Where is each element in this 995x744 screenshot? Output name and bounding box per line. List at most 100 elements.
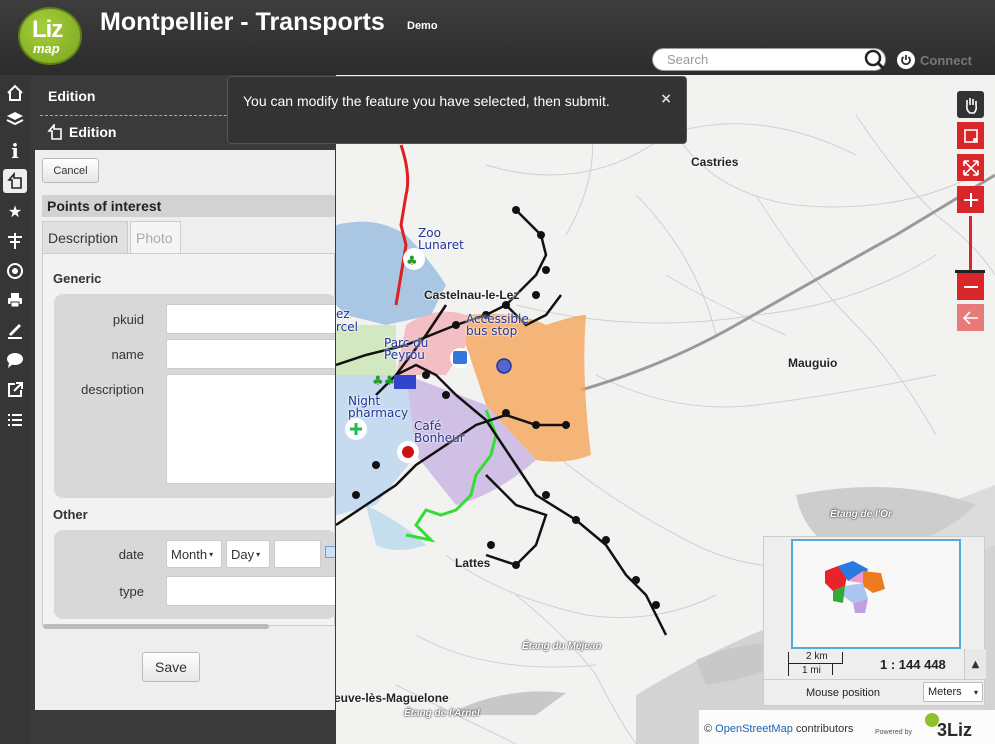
type-label: type: [119, 584, 144, 599]
overview-toggle-button[interactable]: ▲: [964, 649, 986, 679]
scale-value: 1 : 144 448: [880, 657, 946, 672]
page-title: Montpellier - Transports: [100, 8, 385, 36]
print-icon[interactable]: [3, 288, 27, 312]
chevron-down-icon: ▾: [209, 549, 214, 559]
units-select-value: Meters: [928, 686, 962, 698]
notification-text: You can modify the feature you have sele…: [243, 93, 610, 109]
measure-icon[interactable]: [3, 318, 27, 342]
zoom-box-icon[interactable]: [957, 122, 984, 149]
mouse-position-label: Mouse position: [806, 687, 880, 699]
zoom-extent-icon[interactable]: [957, 154, 984, 181]
group-generic-legend: Generic: [53, 271, 102, 286]
connect-label: Connect: [920, 52, 972, 68]
name-label: name: [111, 347, 144, 362]
cancel-button[interactable]: Cancel: [42, 158, 99, 183]
scale-mi: 1 mi: [802, 665, 821, 676]
svg-text:♣: ♣: [406, 254, 418, 269]
date-label: date: [118, 547, 144, 562]
group-other: date Month ▾ Day ▾ type: [54, 530, 335, 619]
edition-icon[interactable]: [3, 169, 27, 193]
connect-button[interactable]: Connect: [897, 50, 972, 70]
poi-label: ez: [336, 307, 350, 321]
poi-label: rcel: [336, 320, 358, 334]
dock-subtitle-label: Edition: [69, 124, 117, 140]
day-select[interactable]: Day ▾: [226, 540, 270, 568]
place-label: Castelnau-le-Lez: [424, 288, 520, 302]
top-header: Liz map Montpellier - Transports Demo Co…: [0, 0, 995, 75]
type-field[interactable]: [166, 576, 335, 606]
month-select-value: Month: [171, 546, 208, 562]
notification-message: You can modify the feature you have sele…: [227, 76, 687, 144]
layer-title: Points of interest: [42, 195, 335, 217]
horizontal-scrollbar[interactable]: [43, 624, 269, 629]
save-button[interactable]: Save: [142, 652, 200, 682]
locate-icon[interactable]: [3, 229, 27, 253]
pan-icon[interactable]: [957, 91, 984, 118]
chevron-down-icon: ▾: [973, 687, 978, 697]
zoom-in-icon[interactable]: [957, 186, 984, 213]
units-select[interactable]: Meters ▾: [923, 682, 983, 702]
description-field[interactable]: [166, 374, 335, 484]
group-other-legend: Other: [53, 507, 88, 522]
place-label: Castries: [691, 155, 739, 169]
tab-content: Generic pkuid name description Other dat…: [42, 253, 335, 626]
close-icon[interactable]: ×: [660, 91, 672, 107]
3liz-logo[interactable]: 3Liz: [937, 720, 972, 741]
zoom-slider-track[interactable]: [969, 216, 972, 272]
poi-label: Parc du Peyrou: [384, 336, 429, 362]
poi-label: Zoo Lunaret: [418, 226, 464, 252]
scale-bar: 2 km 1 mi: [788, 650, 848, 678]
poi-label: Night pharmacy: [348, 394, 409, 420]
group-generic: pkuid name description: [54, 294, 335, 498]
list-icon[interactable]: [3, 408, 27, 432]
edition-icon: [47, 124, 62, 140]
logo-text-top: Liz: [32, 16, 63, 43]
home-icon[interactable]: [3, 81, 27, 105]
previous-extent-icon[interactable]: [957, 304, 984, 331]
name-field[interactable]: [166, 339, 335, 369]
tooltip-icon[interactable]: [3, 348, 27, 372]
poi-label: Accessible bus stop: [466, 312, 529, 338]
calendar-icon[interactable]: [325, 546, 335, 558]
page-subtitle: Demo: [407, 20, 438, 32]
water-label: Étang de l'Arnel: [404, 708, 480, 719]
search-icon[interactable]: [864, 49, 885, 70]
description-label: description: [81, 382, 144, 397]
star-icon[interactable]: ★: [3, 199, 27, 223]
poi-label: Café Bonheur: [414, 419, 465, 445]
dock-title: Edition: [48, 88, 96, 104]
openstreetmap-link[interactable]: OpenStreetMap: [715, 723, 793, 735]
attribution-suffix: contributors: [795, 723, 854, 735]
svg-text:♣♣: ♣♣: [372, 374, 395, 389]
zoom-out-icon[interactable]: [957, 273, 984, 300]
place-label: Mauguio: [788, 356, 838, 370]
day-select-value: Day: [231, 546, 255, 562]
geolocation-icon[interactable]: [3, 259, 27, 283]
water-label: Étang de l'Or: [830, 509, 892, 520]
tab-photo[interactable]: Photo: [130, 221, 181, 253]
place-label: euve-lès-Maguelone: [336, 691, 449, 705]
tab-description[interactable]: Description: [42, 221, 128, 253]
layers-icon[interactable]: [3, 107, 27, 131]
edition-form-panel: Cancel Points of interest Description Ph…: [35, 150, 335, 710]
map-menu: i ★: [0, 75, 31, 744]
overview-map-view[interactable]: [791, 539, 961, 649]
dock-subtitle: Edition: [46, 124, 116, 140]
permalink-icon[interactable]: [3, 378, 27, 402]
month-select[interactable]: Month ▾: [166, 540, 222, 568]
logo-text-bottom: map: [33, 41, 60, 56]
search-input[interactable]: [652, 48, 886, 71]
overview-map: 2 km 1 mi 1 : 144 448 ▲ Mouse position M…: [763, 536, 986, 706]
powered-by-label: Powered by: [875, 729, 912, 736]
chevron-down-icon: ▾: [256, 549, 261, 559]
water-label: Étang du Méjean: [522, 641, 602, 652]
pkuid-field[interactable]: [166, 304, 335, 334]
pkuid-label: pkuid: [112, 312, 144, 327]
info-icon[interactable]: i: [3, 139, 27, 163]
attribution-prefix: ©: [704, 723, 713, 735]
scale-km: 2 km: [806, 651, 828, 662]
place-label: Lattes: [455, 556, 491, 570]
year-field[interactable]: [274, 540, 321, 568]
power-icon: [897, 51, 915, 69]
lizmap-logo[interactable]: Liz map: [18, 7, 82, 65]
